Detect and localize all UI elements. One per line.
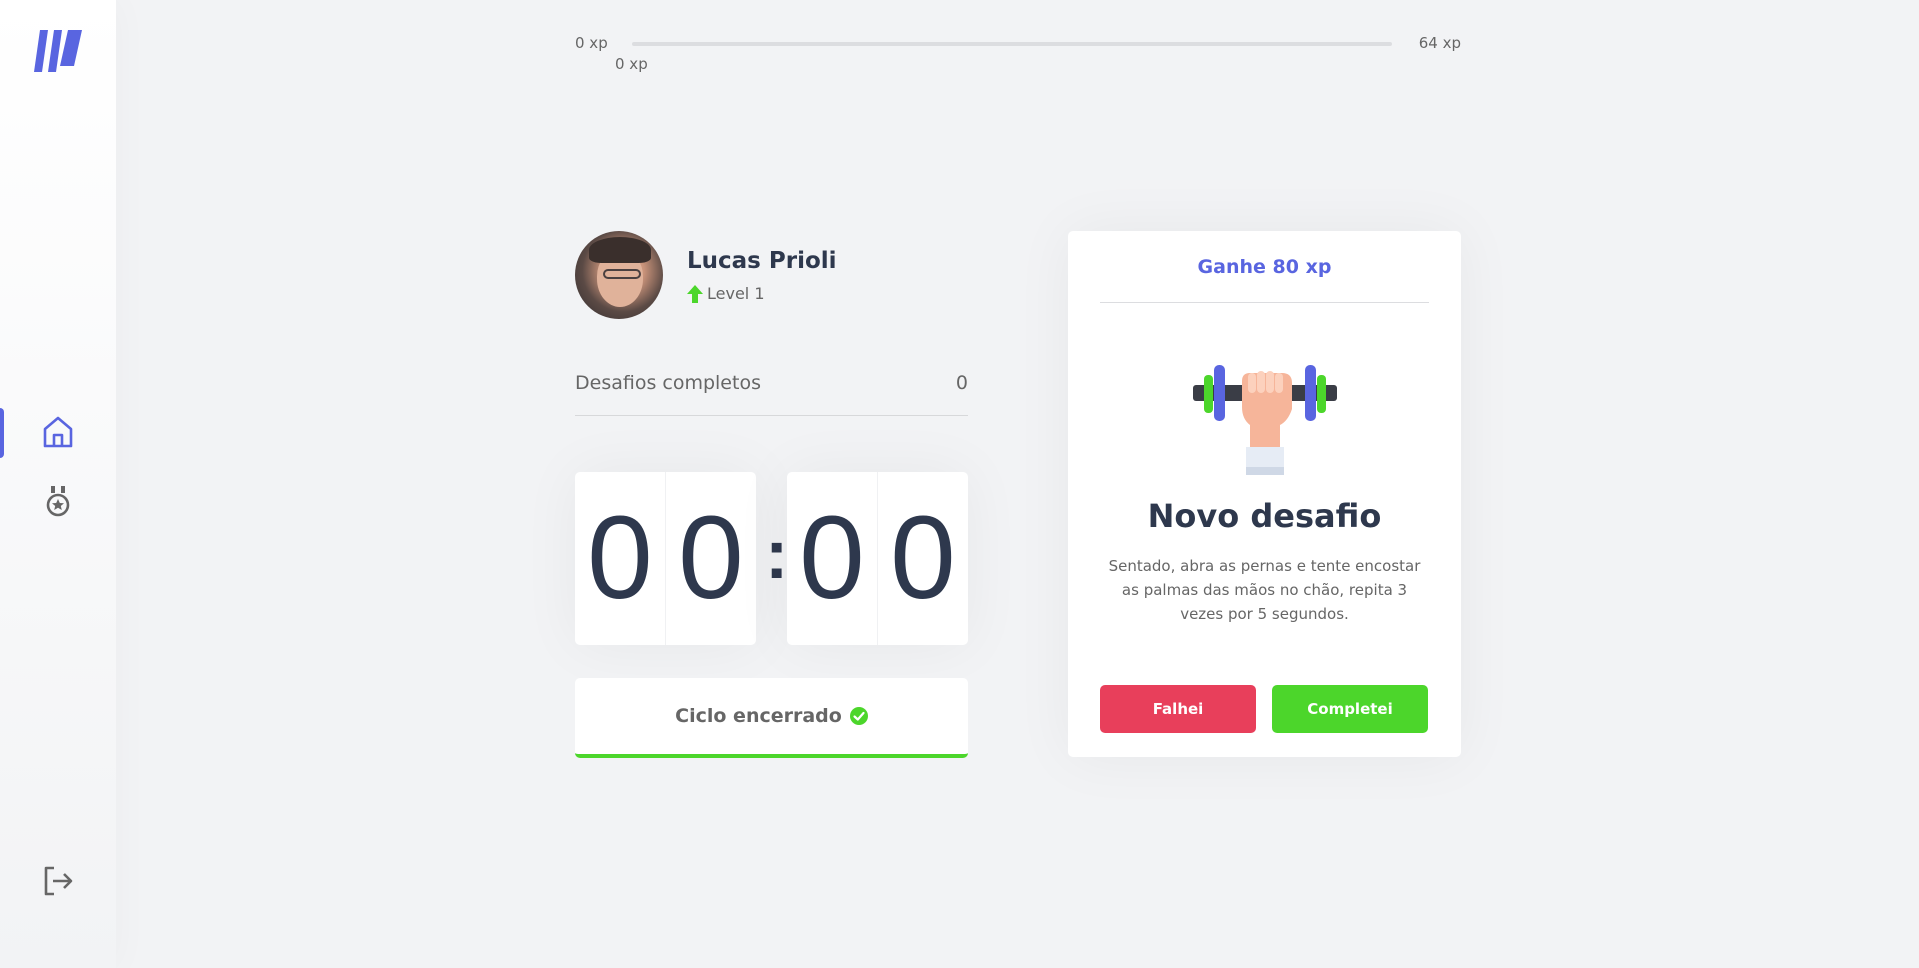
logo-icon	[34, 30, 82, 72]
avatar	[575, 231, 663, 319]
countdown-seconds: 0 0	[787, 472, 968, 645]
profile-level: Level 1	[687, 284, 765, 303]
sidebar-item-award[interactable]	[40, 484, 76, 520]
second-digit-left: 0	[799, 492, 865, 624]
sidebar	[0, 0, 116, 968]
experience-bar: 0 xp 0 xp 64 xp	[575, 34, 1461, 74]
challenge-reward: Ganhe 80 xp	[1100, 231, 1429, 303]
sidebar-item-home[interactable]	[40, 414, 76, 450]
minute-digit-left: 0	[587, 492, 653, 624]
cycle-ended-label: Ciclo encerrado	[675, 705, 842, 727]
challenge-description: Sentado, abra as pernas e tente encostar…	[1108, 557, 1421, 623]
profile-name: Lucas Prioli	[687, 248, 837, 274]
award-icon	[46, 486, 70, 517]
xp-max-label: 64 xp	[1418, 34, 1461, 52]
level-label: Level 1	[707, 284, 765, 303]
check-circle-icon	[849, 707, 868, 725]
xp-track	[632, 42, 1392, 46]
countdown: 0 0 : 0 0	[575, 472, 968, 645]
challenge-title: Novo desafio	[1147, 497, 1382, 535]
avatar-hair	[589, 237, 651, 263]
xp-current-label: 0 xp	[615, 55, 648, 73]
avatar-glasses	[603, 269, 641, 279]
completed-challenges-label: Desafios completos	[575, 372, 761, 394]
logout-button[interactable]	[40, 863, 76, 899]
home-icon	[43, 416, 73, 448]
completed-button[interactable]: Completei	[1272, 685, 1428, 733]
dumbbell-icon	[1193, 365, 1337, 475]
second-digit-right: 0	[877, 472, 968, 645]
nav-active-indicator	[0, 408, 4, 458]
minute-digit-right: 0	[665, 472, 756, 645]
cycle-ended-button: Ciclo encerrado	[575, 678, 968, 758]
failed-button[interactable]: Falhei	[1100, 685, 1256, 733]
completed-challenges: Desafios completos 0	[575, 372, 968, 416]
logout-icon	[44, 866, 73, 896]
countdown-minutes: 0 0	[575, 472, 756, 645]
xp-min-label: 0 xp	[575, 34, 608, 52]
challenge-card: Ganhe 80 xp Novo desafio Sentado, abra a…	[1068, 231, 1461, 757]
level-up-icon	[687, 284, 703, 303]
countdown-separator: :	[765, 515, 789, 593]
completed-challenges-count: 0	[955, 372, 968, 394]
